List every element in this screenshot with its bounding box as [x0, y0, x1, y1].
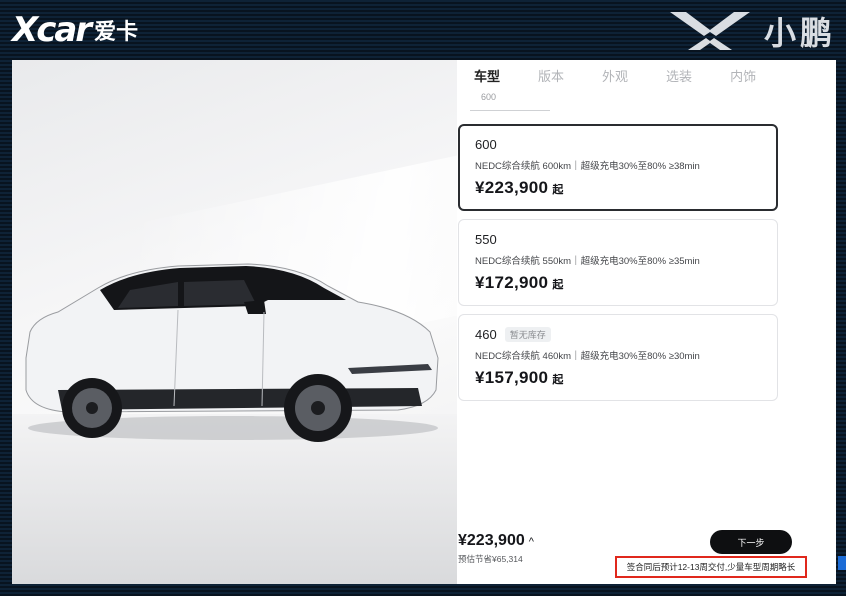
- trim-name: 460: [475, 327, 497, 342]
- chevron-up-icon[interactable]: ^: [529, 536, 534, 548]
- trim-price: ¥172,900: [475, 273, 549, 292]
- config-tabs: 车型 版本 外观 选装 内饰: [474, 66, 756, 85]
- trim-spec: NEDC综合续航 550km｜超级充电30%至80% ≥35min: [475, 256, 700, 267]
- xcar-logo-text: 爱卡: [94, 19, 139, 44]
- car-preview-area: [12, 60, 552, 584]
- trim-name: 550: [475, 232, 497, 247]
- trim-card-600[interactable]: 600 NEDC综合续航 600km｜超级充电30%至80% ≥38min ¥2…: [458, 124, 778, 211]
- trim-spec: NEDC综合续航 460km｜超级充电30%至80% ≥30min: [475, 351, 700, 362]
- price-suffix: 起: [552, 279, 564, 291]
- estimated-savings: 预估节省¥65,314: [458, 554, 523, 564]
- xcar-logo: Xcar: [12, 10, 92, 50]
- trim-spec: NEDC综合续航 600km｜超级充电30%至80% ≥38min: [475, 161, 700, 172]
- trim-price: ¥157,900: [475, 368, 549, 387]
- active-tab-selection: 600: [481, 92, 497, 102]
- price-summary[interactable]: ¥223,900 ^ 预估节省¥65,314: [458, 532, 534, 565]
- total-price: ¥223,900: [458, 532, 525, 549]
- tab-options[interactable]: 选装: [666, 66, 692, 85]
- xpeng-logo-text: 小鹏: [763, 15, 836, 51]
- tab-interior[interactable]: 内饰: [730, 66, 756, 85]
- xpeng-logo-icon: [669, 12, 750, 50]
- trim-card-460[interactable]: 460 暂无库存 NEDC综合续航 460km｜超级充电30%至80% ≥30m…: [458, 314, 778, 401]
- out-of-stock-badge: 暂无库存: [504, 327, 551, 342]
- tab-underline: [470, 110, 550, 111]
- tab-model[interactable]: 车型: [474, 66, 500, 85]
- tab-exterior[interactable]: 外观: [602, 66, 628, 85]
- tab-version[interactable]: 版本: [538, 66, 564, 85]
- delivery-notice: 签合同后预计12-13周交付,少量车型周期略长: [615, 556, 807, 578]
- xpeng-watermark: 小鹏: [669, 8, 836, 54]
- trim-card-550[interactable]: 550 NEDC综合续航 550km｜超级充电30%至80% ≥35min ¥1…: [458, 219, 778, 306]
- car-image: [25, 263, 439, 442]
- trim-name: 600: [475, 137, 497, 152]
- edge-marker: [838, 556, 846, 570]
- price-suffix: 起: [552, 184, 564, 196]
- configurator-panel: 车型 版本 外观 选装 内饰 600 600 NEDC综合续航 600km｜超级…: [12, 60, 836, 584]
- trim-price: ¥223,900: [475, 178, 549, 197]
- next-step-button[interactable]: 下一步: [710, 530, 792, 554]
- price-suffix: 起: [552, 374, 564, 386]
- xcar-watermark: Xcar 爱卡: [12, 10, 138, 50]
